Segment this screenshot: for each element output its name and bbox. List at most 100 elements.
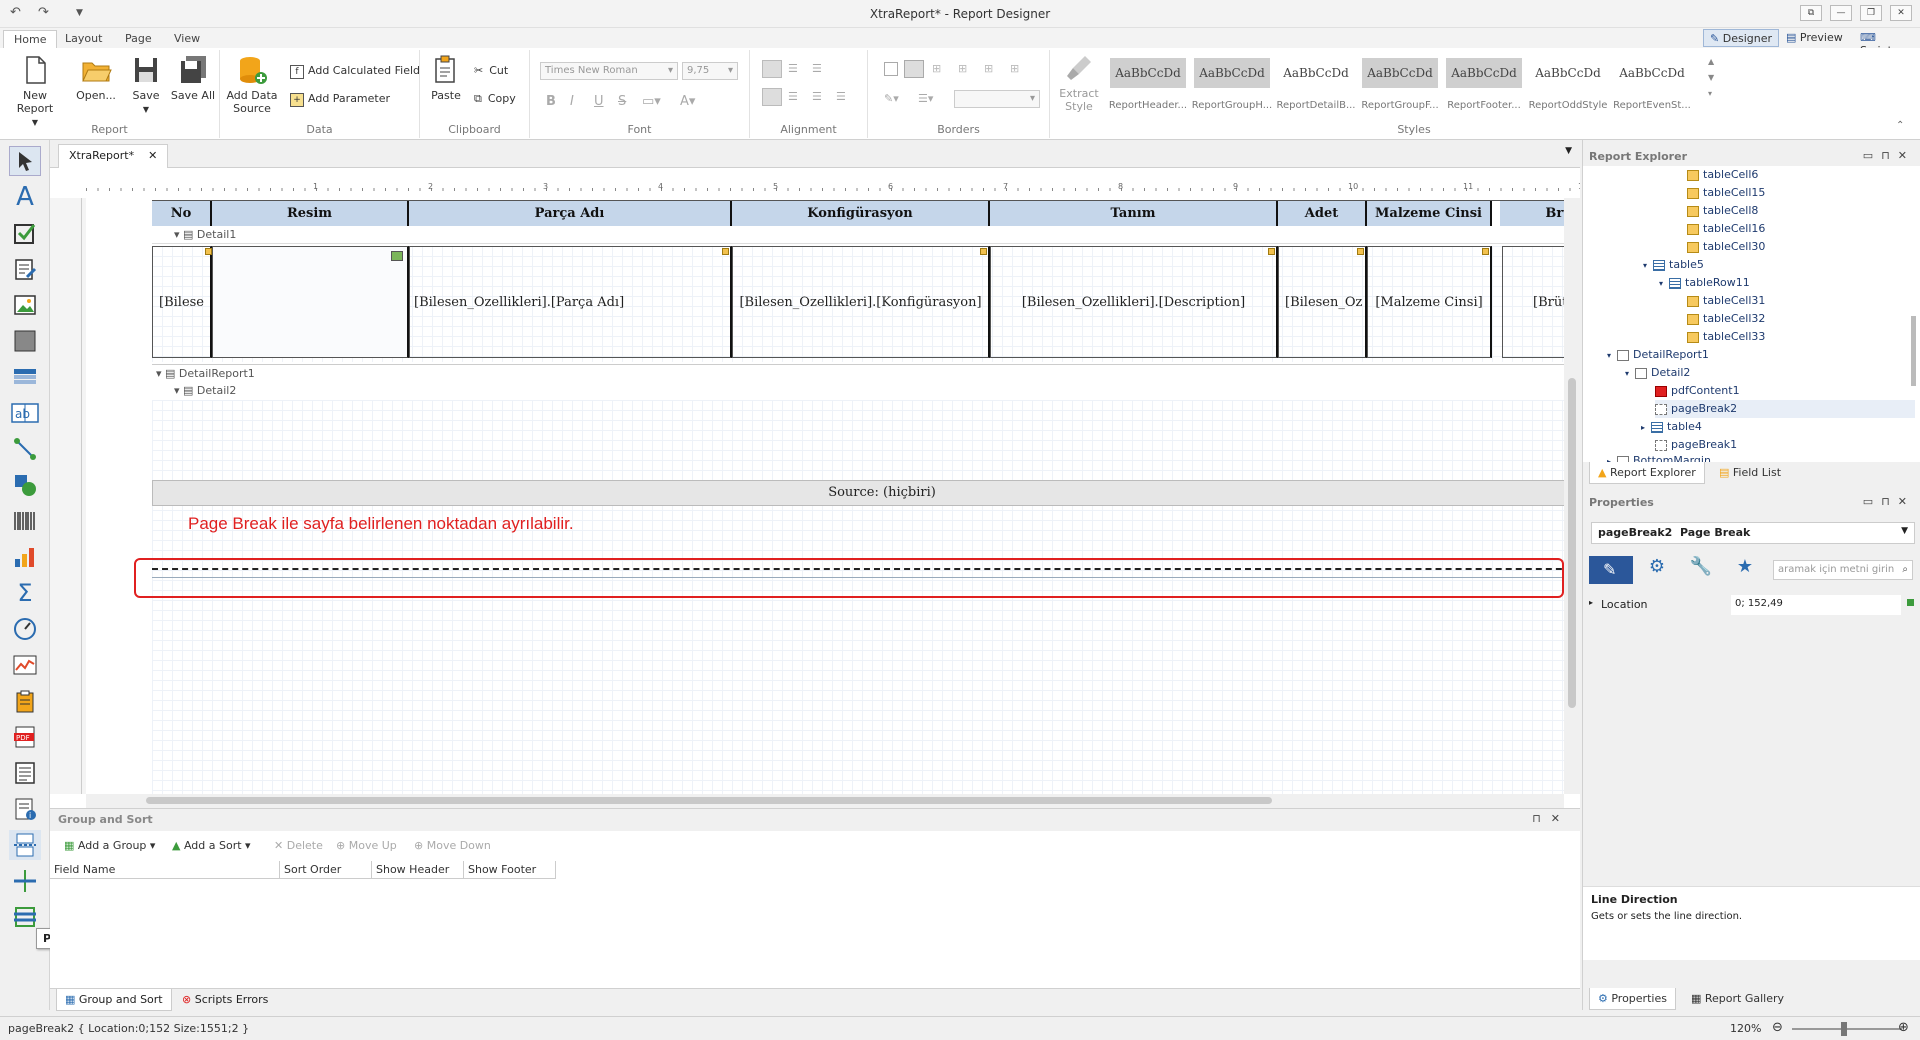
tab-page[interactable]: Page [115, 30, 162, 48]
picture-cell[interactable] [212, 246, 409, 358]
align-center-icon[interactable]: ☰ [788, 90, 798, 103]
tree-scroll-thumb[interactable] [1911, 316, 1916, 386]
header-cell[interactable]: Resim [212, 201, 409, 227]
page-break-tool-icon[interactable] [9, 830, 41, 860]
align-top-center-icon[interactable]: ☰ [788, 62, 798, 75]
tree-item[interactable]: ▾ tableRow11 [1659, 274, 1750, 292]
detail-cell[interactable]: [Bilesen_Oz [1278, 246, 1367, 358]
header-cell[interactable]: No [152, 201, 212, 227]
field-list-tab[interactable]: ▤ Field List [1711, 462, 1789, 484]
collapse-icon[interactable]: ▾ [1643, 261, 1647, 270]
style-preview-report-detail[interactable]: AaBbCcDd [1278, 58, 1354, 88]
style-preview-report-header[interactable]: AaBbCcDd [1110, 58, 1186, 88]
detail-cell[interactable]: [Bilesen_Ozellikleri].[Konfigürasyon] [732, 246, 990, 358]
detail-cell[interactable]: [Malzeme Cinsi] [1367, 246, 1492, 358]
data-category-button[interactable]: 🔧 [1679, 556, 1723, 584]
minimize-button[interactable]: — [1830, 5, 1852, 21]
horizontal-scrollbar[interactable] [86, 794, 1564, 808]
checkbox-tool-icon[interactable] [9, 218, 41, 248]
detail1-band-caption[interactable]: ▾ ▤ Detail1 [152, 226, 1580, 244]
close-button[interactable]: ✕ [1890, 5, 1912, 21]
save-button[interactable]: Save ▼ [126, 54, 166, 116]
border-top-icon[interactable]: ⊞ [932, 62, 941, 75]
save-all-button[interactable]: Save All [170, 54, 216, 102]
collapse-ribbon-icon[interactable]: ⌃ [1896, 120, 1904, 131]
detail-cell[interactable]: [Bilesen_Ozellikleri].[Parça Adı] [409, 246, 732, 358]
panel-tool-icon[interactable] [9, 326, 41, 356]
pdf-content-control[interactable]: Source: (hiçbiri) [152, 480, 1580, 506]
panel-pin-close-icon[interactable]: ⊓✕ [1532, 812, 1570, 825]
panel-buttons-icon[interactable]: ▭⊓✕ [1863, 149, 1915, 162]
shape-tool-icon[interactable] [9, 470, 41, 500]
tree-item[interactable]: tableCell15 [1687, 184, 1765, 202]
zoom-in-icon[interactable]: ⊕ [1898, 1020, 1909, 1035]
border-left-icon[interactable]: ⊞ [984, 62, 993, 75]
tab-view[interactable]: View [164, 30, 210, 48]
table-of-contents-tool-icon[interactable] [9, 758, 41, 788]
barcode-tool-icon[interactable] [9, 506, 41, 536]
zoom-out-icon[interactable]: ⊖ [1772, 1020, 1783, 1035]
styles-scroll-icon[interactable]: ▲ ▼ ▾ [1708, 54, 1714, 102]
rich-text-tool-icon[interactable] [9, 254, 41, 284]
align-top-left-icon[interactable] [762, 60, 782, 78]
group-sort-tab[interactable]: ▦ Group and Sort [56, 989, 172, 1011]
add-sort-button[interactable]: ▲ Add a Sort ▾ [172, 839, 251, 852]
appearance-category-button[interactable]: ✎ [1589, 556, 1633, 584]
border-color-icon[interactable]: ✎▾ [884, 92, 899, 105]
style-preview-report-group-footer[interactable]: AaBbCcDd [1362, 58, 1438, 88]
border-dash-icon[interactable]: ☰▾ [918, 92, 933, 105]
gauge-tool-icon[interactable] [9, 614, 41, 644]
clipboard-tool-icon[interactable] [9, 686, 41, 716]
detail-cell[interactable]: [Bilese [152, 246, 212, 358]
zoom-slider[interactable] [1792, 1022, 1902, 1036]
location-value-field[interactable]: 0; 152,49 [1731, 595, 1901, 615]
tab-list-dropdown-icon[interactable]: ▼ [1565, 146, 1572, 156]
location-property-row[interactable]: ▸ Location 0; 152,49 [1587, 594, 1915, 616]
underline-button[interactable]: U [594, 94, 604, 109]
strikethrough-button[interactable]: S [618, 94, 626, 109]
tree-item[interactable]: ▸ BottomMargin [1607, 454, 1711, 462]
back-color-icon[interactable]: ▭▾ [642, 94, 661, 109]
style-preview-report-even[interactable]: AaBbCcDd [1614, 58, 1690, 88]
style-preview-report-odd[interactable]: AaBbCcDd [1530, 58, 1606, 88]
add-calculated-field-button[interactable]: f Add Calculated Field [290, 64, 420, 79]
behavior-category-button[interactable]: ⚙ [1635, 556, 1679, 584]
paste-button[interactable]: Paste [424, 54, 468, 102]
new-report-button[interactable]: New Report ▼ [4, 54, 66, 129]
picture-box-tool-icon[interactable] [9, 290, 41, 320]
tree-item[interactable]: pageBreak1 [1655, 436, 1737, 454]
tree-item[interactable]: tableCell8 [1687, 202, 1758, 220]
justify-icon[interactable]: ☰ [836, 90, 846, 103]
tree-item[interactable]: tableCell33 [1687, 328, 1765, 346]
object-selector[interactable]: pageBreak2 Page Break ▼ [1591, 522, 1915, 544]
maximize-button[interactable]: ❐ [1860, 5, 1882, 21]
smart-tag-icon[interactable] [1357, 248, 1364, 255]
smart-tag-icon[interactable] [1482, 248, 1489, 255]
tree-item[interactable]: pdfContent1 [1655, 382, 1740, 400]
detail-cell[interactable]: [Bilesen_Ozellikleri].[Description] [990, 246, 1278, 358]
move-down-button[interactable]: ⊕ Move Down [414, 839, 491, 852]
expand-icon[interactable]: ▸ [1641, 423, 1645, 432]
character-comb-tool-icon[interactable]: ab [9, 398, 41, 428]
header-cell[interactable]: Parça Adı [409, 201, 732, 227]
bold-button[interactable]: B [546, 94, 556, 109]
preview-view-button[interactable]: ▤ Preview [1780, 29, 1849, 47]
vertical-scroll-thumb[interactable] [1568, 378, 1576, 708]
table-tool-icon[interactable] [9, 362, 41, 392]
border-all-icon[interactable] [904, 60, 924, 78]
tree-item[interactable]: tableCell32 [1687, 310, 1765, 328]
tree-item[interactable]: tableCell6 [1687, 166, 1758, 184]
font-family-combo[interactable]: Times New Roman ▾ [540, 62, 678, 80]
border-bottom-icon[interactable]: ⊞ [958, 62, 967, 75]
collapse-icon[interactable]: ▾ [1607, 351, 1611, 360]
zoom-slider-thumb[interactable] [1841, 1022, 1847, 1036]
smart-tag-icon[interactable] [722, 248, 729, 255]
collapse-icon[interactable]: ▾ [1659, 279, 1663, 288]
label-tool-icon[interactable]: A [9, 182, 41, 212]
border-none-icon[interactable] [884, 62, 898, 76]
detail2-band-caption[interactable]: ▾ ▤ Detail2 [152, 382, 1580, 400]
designer-view-button[interactable]: ✎ Designer [1703, 29, 1779, 47]
panel-buttons-icon[interactable]: ▭⊓✕ [1863, 495, 1915, 508]
sparkline-tool-icon[interactable] [9, 650, 41, 680]
horizontal-scroll-thumb[interactable] [146, 797, 1272, 804]
